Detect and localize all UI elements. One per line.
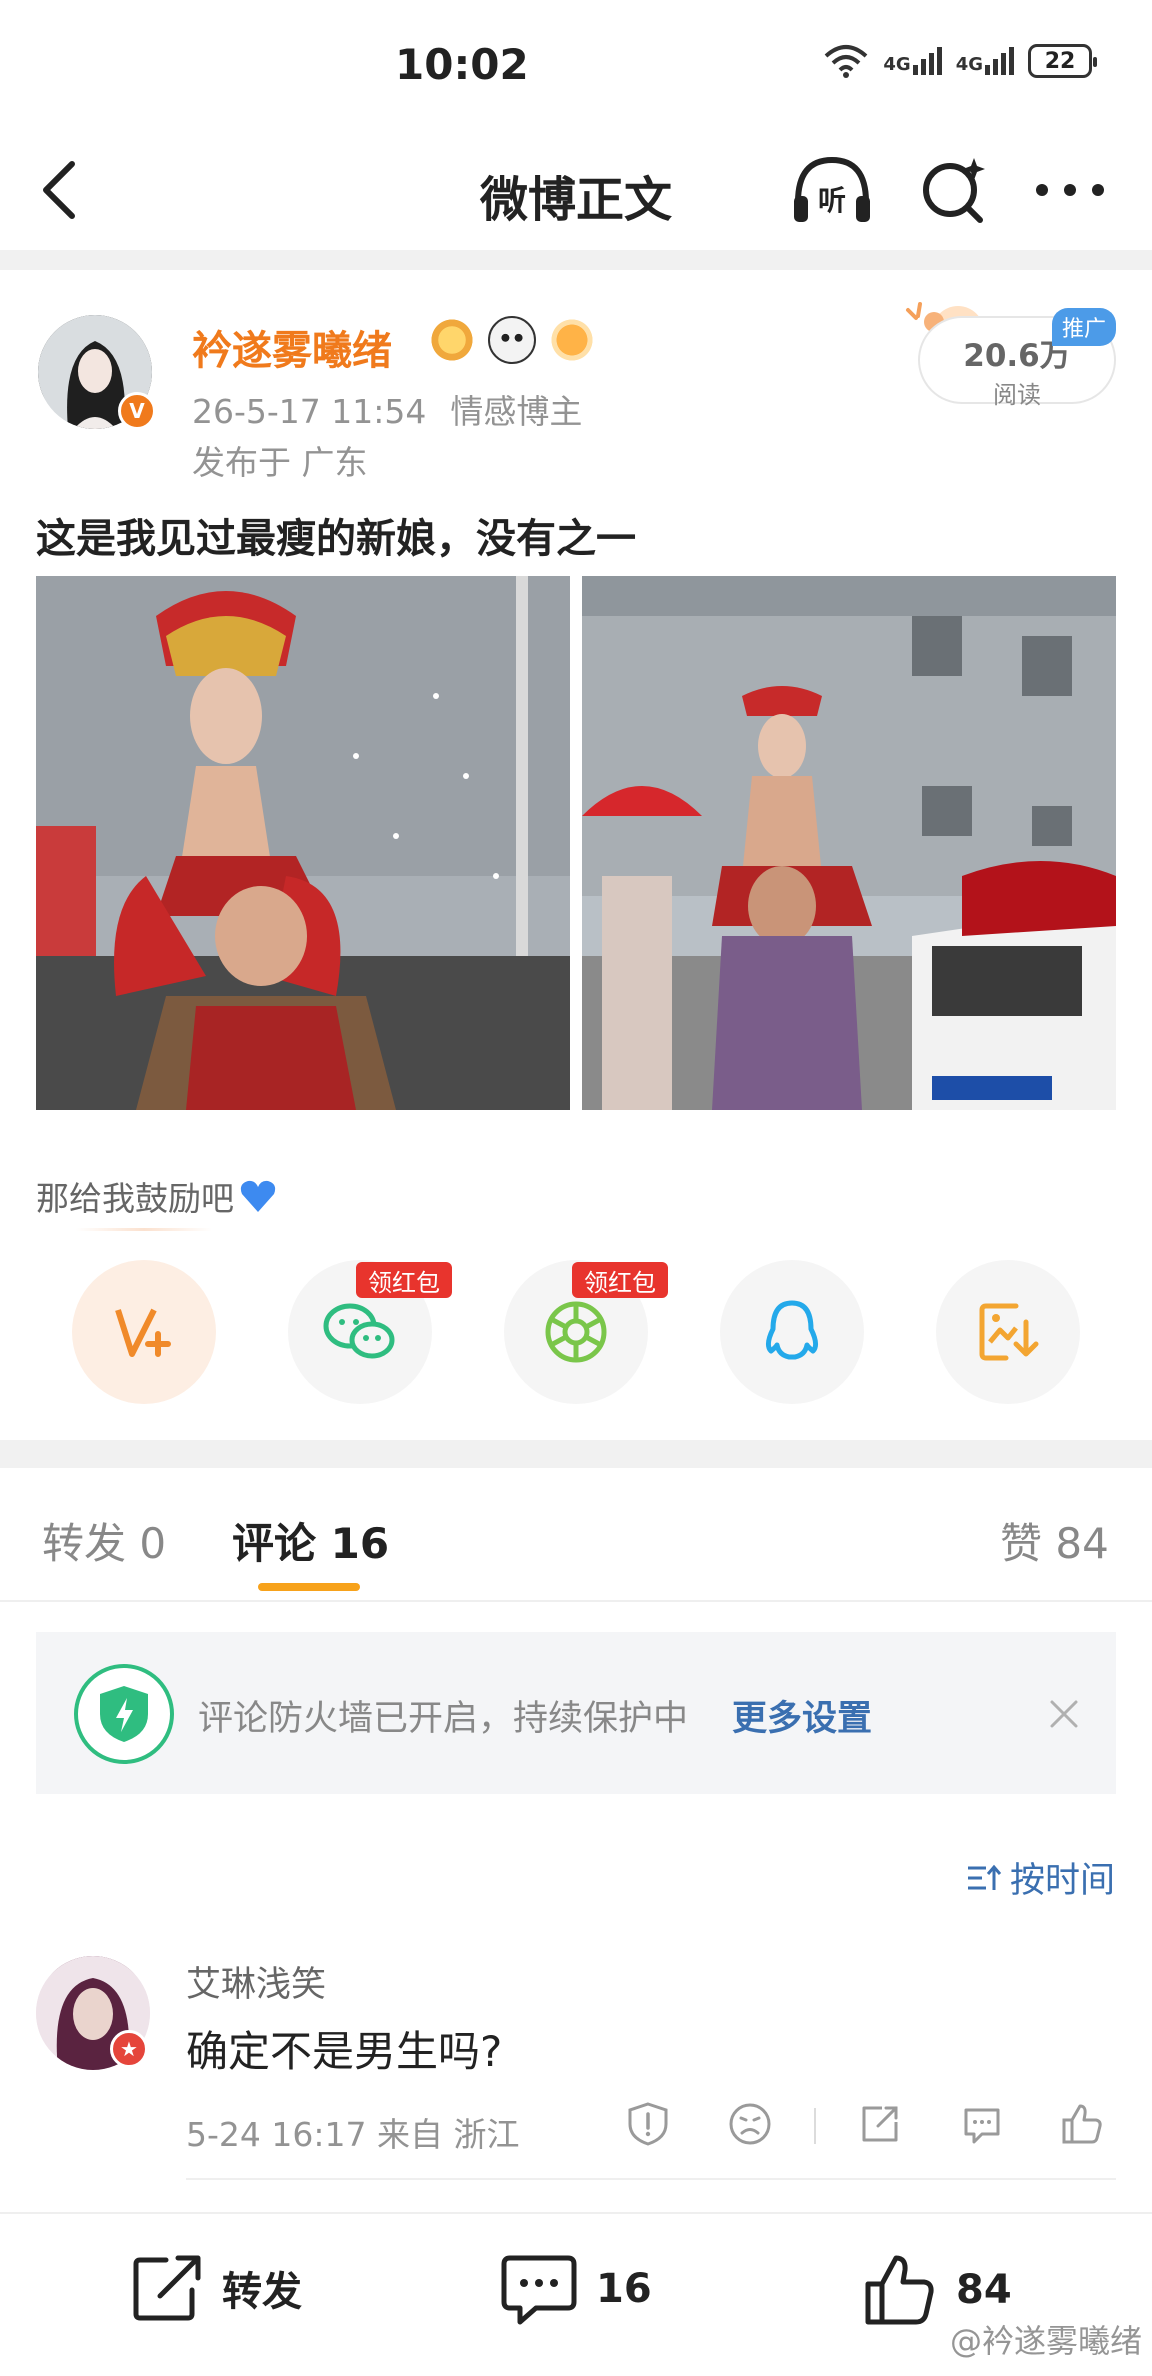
encourage-prompt: 那给我鼓励吧 [36,1172,278,1220]
nav-bar: 微博正文 听 [0,130,1152,250]
wifi-icon [825,45,868,78]
cell-signal-icon-2: 4G [956,47,1014,75]
status-time: 10:02 [395,40,529,89]
network-type-1: 4G [883,54,911,75]
author-tag: 情感博主 [450,392,583,431]
reads-label: 阅读 [993,381,1041,409]
cell-signal-icon: 4G [883,47,942,75]
repost-icon [133,2255,201,2321]
comment-meta: 5-24 16:17 来自 浙江 [186,2115,520,2154]
sort-toggle[interactable]: 按时间 [966,1852,1115,1903]
post-meta: 26-5-17 11:54 情感博主 [192,385,582,433]
dislike-face-icon[interactable] [726,2100,774,2148]
blue-heart-icon [240,1180,276,1212]
headphones-icon[interactable]: 听 [790,152,874,228]
shield-icon [74,1664,174,1764]
encourage-text: 那给我鼓励吧 [36,1179,234,1218]
comment-button[interactable]: 16 [500,2252,652,2326]
post-photo-1[interactable] [36,576,570,1110]
redpack-tag-wechat[interactable]: 领红包 [356,1262,452,1298]
status-icons: 4G 4G 22 [823,44,1097,78]
commenter-badge-icon: ★ [110,2030,148,2068]
active-tab-indicator [258,1583,360,1591]
more-icon[interactable] [1030,170,1110,210]
tab-like[interactable]: 赞 84 [1000,1510,1109,1571]
comment-icon [501,2255,577,2325]
repost-button[interactable]: 转发 [130,2252,302,2324]
close-icon[interactable] [1044,1694,1084,1734]
author-name[interactable]: 衿遂雾曦绪 [192,318,392,376]
comment-divider [186,2178,1116,2180]
vplus-icon [115,1308,171,1357]
search-icon[interactable] [918,152,990,228]
save-image-button[interactable] [936,1260,1080,1404]
like-icon [865,2255,934,2325]
separator [0,250,1152,270]
author-badges [428,316,596,364]
share-icon[interactable] [856,2100,904,2148]
post-photo-2[interactable] [582,576,1116,1110]
moments-icon [545,1301,607,1363]
verified-badge: V [118,392,156,430]
battery-icon: 22 [1028,44,1097,78]
encourage-underline [76,1228,212,1231]
post-date: 26-5-17 11:54 [192,392,427,431]
redpack-tag-moments[interactable]: 领红包 [572,1262,668,1298]
post-text: 这是我见过最瘦的新娘，没有之一 [36,516,636,562]
tab-repost[interactable]: 转发 0 [42,1510,166,1571]
photo-2-image [582,576,1116,1110]
photo-1-image [36,576,570,1110]
firewall-status-text: 评论防火墙已开启，持续保护中 [198,1699,689,1739]
comment-count: 16 [596,2266,652,2312]
sort-label: 按时间 [1010,1861,1116,1901]
like-count: 84 [956,2267,1012,2313]
panda-badge-icon[interactable] [488,316,536,364]
report-icon[interactable] [624,2100,672,2148]
qq-share-button[interactable] [720,1260,864,1404]
comment-text: 确定不是男生吗? [186,2027,503,2076]
battery-level: 22 [1044,48,1076,74]
vplus-share-button[interactable] [72,1260,216,1404]
tabs-divider [0,1600,1152,1602]
repost-label: 转发 [222,2269,302,2315]
section-separator [0,1440,1152,1468]
fish-badge-icon[interactable] [548,316,596,364]
listen-label: 听 [818,184,846,217]
tab-comment[interactable]: 评论 16 [232,1510,389,1571]
thumbs-up-icon[interactable] [1058,2100,1106,2148]
status-bar: 10:02 4G 4G 22 [0,0,1152,130]
crown-badge-icon[interactable] [428,316,476,364]
commenter-name[interactable]: 艾琳浅笑 [186,1956,326,2007]
save-image-icon [979,1303,1039,1361]
watermark: @衿遂雾曦绪 [949,2322,1142,2360]
post-location: 发布于 广东 [192,443,368,482]
more-settings-link[interactable]: 更多设置 [732,1690,872,1741]
qq-icon [765,1300,819,1360]
promo-tag[interactable]: 推广 [1052,308,1116,346]
sort-icon [968,1864,1002,1890]
action-divider [814,2108,816,2144]
wechat-icon [323,1303,395,1359]
reply-icon[interactable] [958,2100,1006,2148]
network-type-2: 4G [955,54,983,75]
comment-firewall-bar: 评论防火墙已开启，持续保护中 更多设置 [36,1632,1116,1794]
